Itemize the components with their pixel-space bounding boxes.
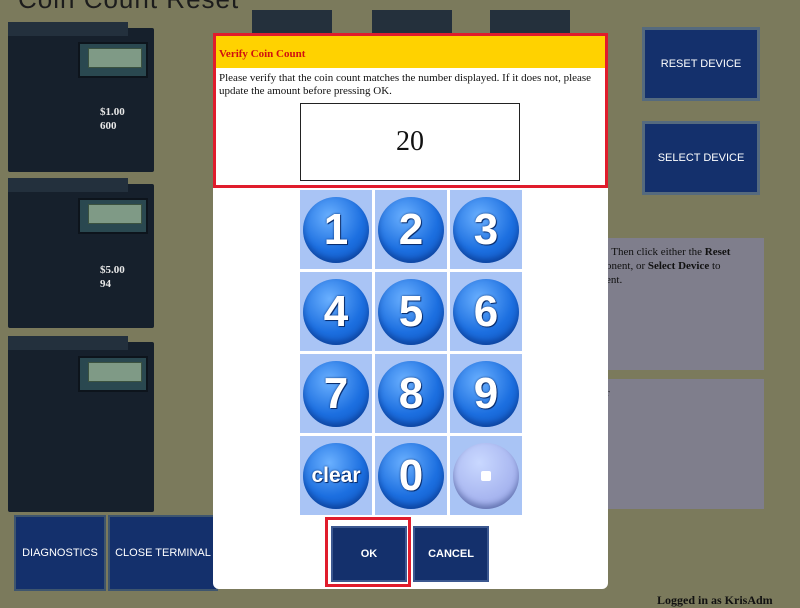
key-2[interactable]: 2 xyxy=(375,190,447,269)
instructions-panel: . Then click either the Reset onent, or … xyxy=(602,238,764,370)
login-status: Logged in as KrisAdm xyxy=(657,593,773,607)
key-label: 9 xyxy=(453,360,519,427)
key-label: 7 xyxy=(303,360,369,427)
instructions-text: ent. xyxy=(606,274,623,286)
bill-icon xyxy=(88,48,142,68)
instructions-text: . Then click either the xyxy=(606,246,705,258)
key-6[interactable]: 6 xyxy=(450,272,522,351)
key-label: 8 xyxy=(378,360,444,427)
key-clear[interactable]: clear xyxy=(300,436,372,515)
bill-icon xyxy=(88,204,142,224)
details-text: r xyxy=(606,387,756,399)
key-label: clear xyxy=(303,442,369,509)
key-7[interactable]: 7 xyxy=(300,354,372,433)
cancel-button[interactable]: CANCEL xyxy=(413,526,489,582)
device-amount: $1.00 xyxy=(100,106,125,118)
device-count: 94 xyxy=(100,278,111,290)
key-3[interactable]: 3 xyxy=(450,190,522,269)
key-label: 4 xyxy=(303,278,369,345)
device-tile-3[interactable] xyxy=(8,336,154,512)
reset-device-button[interactable]: RESET DEVICE xyxy=(642,27,760,101)
close-terminal-button[interactable]: CLOSE TERMINAL xyxy=(108,515,218,591)
device-top xyxy=(8,22,128,36)
instructions-bold: Reset xyxy=(704,246,731,258)
key-decimal-disabled xyxy=(450,436,522,515)
select-device-button[interactable]: SELECT DEVICE xyxy=(642,121,760,195)
page-title: Coin Count Reset xyxy=(18,0,239,15)
key-9[interactable]: 9 xyxy=(450,354,522,433)
instructions-text: onent, or xyxy=(606,260,648,272)
key-label: 1 xyxy=(303,196,369,263)
device-top xyxy=(8,178,128,192)
device-count: 600 xyxy=(100,120,117,132)
verify-highlight-outline xyxy=(213,33,608,188)
key-0[interactable]: 0 xyxy=(375,436,447,515)
key-label: 6 xyxy=(453,278,519,345)
numeric-keypad: 1 2 3 4 5 6 7 8 9 clear 0 xyxy=(300,190,522,517)
device-tile-1[interactable]: $1.00 600 xyxy=(8,22,154,172)
key-label: 3 xyxy=(453,196,519,263)
key-8[interactable]: 8 xyxy=(375,354,447,433)
decimal-icon xyxy=(453,442,519,509)
device-top xyxy=(8,336,128,350)
ok-highlight-outline xyxy=(325,517,411,587)
key-5[interactable]: 5 xyxy=(375,272,447,351)
key-1[interactable]: 1 xyxy=(300,190,372,269)
device-tile-2[interactable]: $5.00 94 xyxy=(8,178,154,328)
instructions-text: to xyxy=(709,260,721,272)
key-label: 5 xyxy=(378,278,444,345)
details-panel: r xyxy=(602,379,764,509)
key-label: 0 xyxy=(378,442,444,509)
device-amount: $5.00 xyxy=(100,264,125,276)
key-label: 2 xyxy=(378,196,444,263)
diagnostics-button[interactable]: DIAGNOSTICS xyxy=(14,515,106,591)
bill-icon xyxy=(88,362,142,382)
key-4[interactable]: 4 xyxy=(300,272,372,351)
instructions-bold: Select Device xyxy=(647,260,710,272)
